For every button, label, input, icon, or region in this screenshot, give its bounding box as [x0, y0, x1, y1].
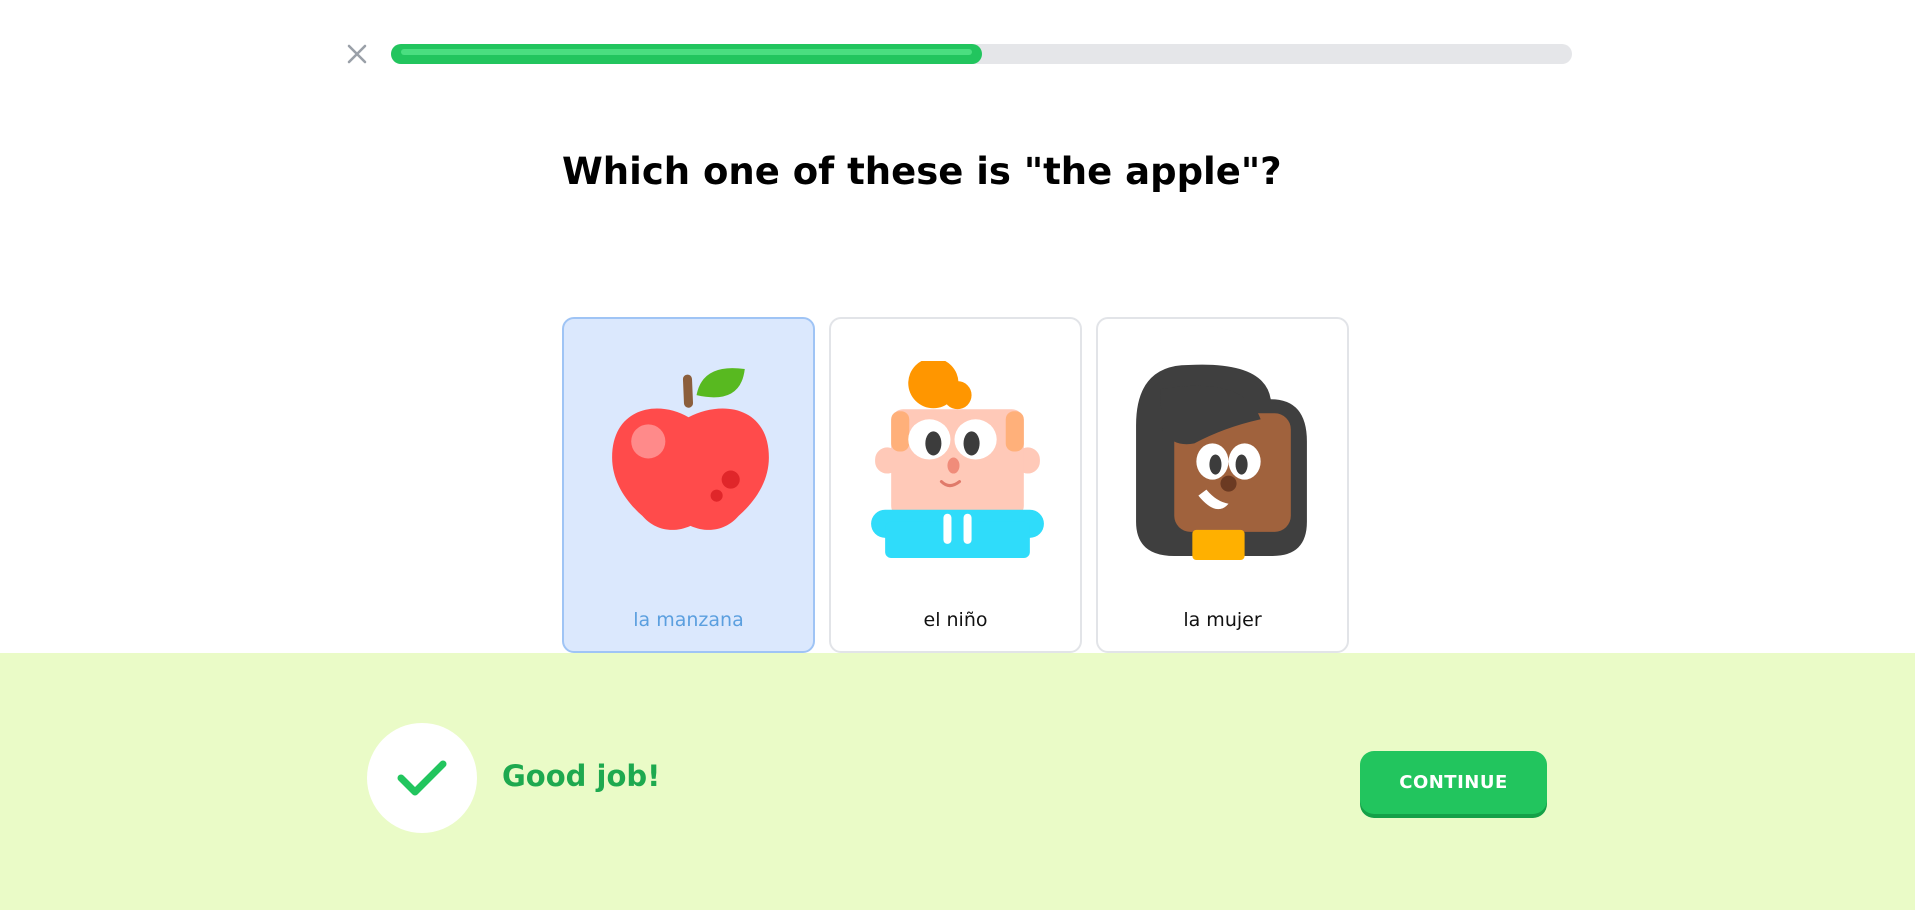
feedback-banner — [0, 653, 1915, 910]
check-badge — [367, 723, 477, 833]
progress-shine — [401, 49, 972, 55]
woman-icon — [1136, 364, 1307, 560]
choice-card-apple[interactable]: la manzana — [562, 317, 815, 653]
close-icon — [347, 44, 367, 64]
choice-label: el niño — [923, 609, 988, 631]
checkmark-icon — [397, 760, 447, 796]
progress-bar — [391, 44, 1572, 64]
boy-icon — [871, 361, 1044, 558]
choice-card-boy[interactable]: el niño — [829, 317, 1082, 653]
feedback-message: Good job! — [502, 759, 661, 793]
choice-label: la manzana — [633, 609, 744, 631]
progress-fill — [391, 44, 982, 64]
apple-icon — [612, 368, 769, 530]
continue-button[interactable]: CONTINUE — [1360, 751, 1547, 814]
close-button[interactable] — [343, 40, 371, 68]
question-title: Which one of these is "the apple"? — [562, 150, 1282, 193]
choice-label: la mujer — [1183, 609, 1262, 631]
choice-card-woman[interactable]: la mujer — [1096, 317, 1349, 653]
